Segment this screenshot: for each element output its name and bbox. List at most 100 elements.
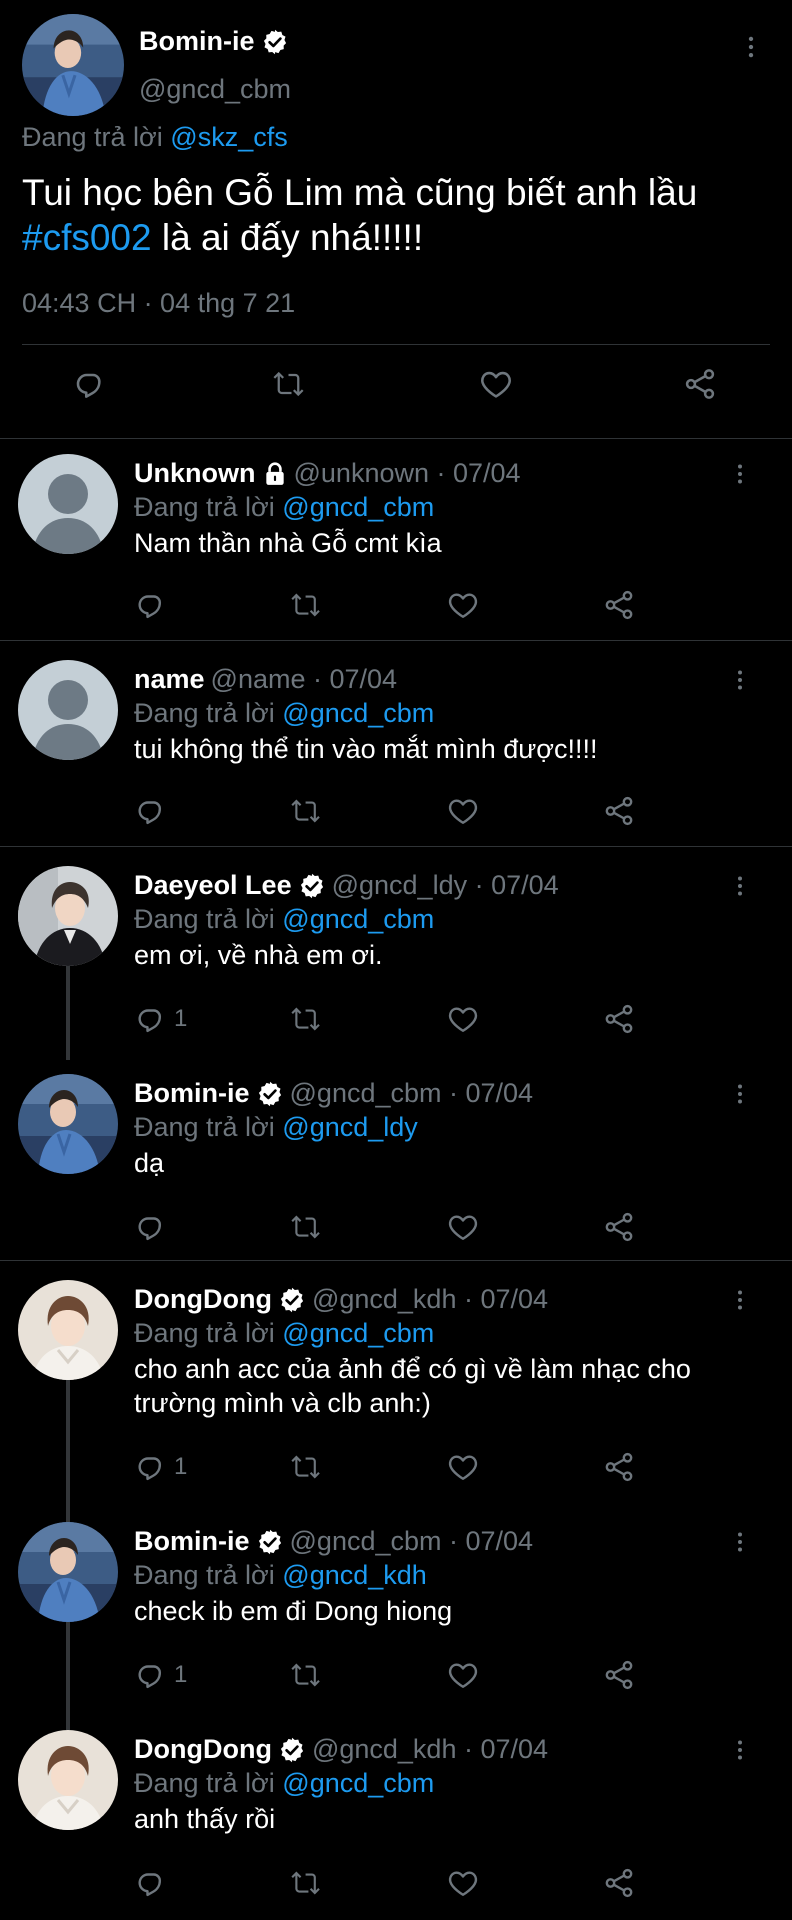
retweet-icon[interactable]: [290, 794, 324, 828]
reply-icon[interactable]: 1: [134, 1450, 187, 1484]
avatar[interactable]: [18, 1280, 118, 1380]
heart-icon[interactable]: [446, 1210, 480, 1244]
retweet-icon[interactable]: [272, 366, 308, 402]
reply-icon[interactable]: [134, 1210, 174, 1244]
heart-icon[interactable]: [446, 1866, 480, 1900]
avatar[interactable]: [18, 454, 118, 554]
reply-tweet[interactable]: Bomin-ie @gncd_cbm · 07/04 Đang trả lời …: [0, 1508, 792, 1716]
share-icon[interactable]: [602, 1210, 636, 1244]
reply-tweet[interactable]: Daeyeol Lee @gncd_ldy · 07/04 Đang trả l…: [0, 852, 792, 1060]
timestamp[interactable]: 04:43 CH · 04 thg 7 21: [22, 288, 295, 319]
tweet-actions: [0, 794, 792, 830]
replying-to-link[interactable]: @gncd_ldy: [282, 1112, 418, 1142]
author-name[interactable]: DongDong: [134, 1284, 272, 1315]
share-icon[interactable]: [602, 588, 636, 622]
replying-to: Đang trả lời @gncd_cbm: [134, 698, 434, 729]
avatar[interactable]: [18, 1730, 118, 1830]
heart-icon[interactable]: [446, 1002, 480, 1036]
replying-to-link[interactable]: @gncd_kdh: [282, 1560, 427, 1590]
more-icon[interactable]: [728, 1738, 752, 1762]
main-tweet: Bomin-ie @gncd_cbm Đang trả lời @skz_cfs…: [0, 0, 792, 438]
replying-prefix: Đang trả lời: [134, 492, 275, 522]
avatar[interactable]: [18, 1074, 118, 1174]
share-icon[interactable]: [602, 1002, 636, 1036]
share-icon[interactable]: [682, 366, 718, 402]
author-handle[interactable]: @name · 07/04: [211, 664, 398, 695]
replying-to-link[interactable]: @gncd_cbm: [282, 1768, 434, 1798]
retweet-icon[interactable]: [290, 1002, 324, 1036]
avatar[interactable]: [18, 1522, 118, 1622]
replying-to-link[interactable]: @gncd_cbm: [282, 492, 434, 522]
verified-icon: [278, 1286, 306, 1314]
author-name[interactable]: Daeyeol Lee: [134, 870, 292, 901]
replying-to-link[interactable]: @gncd_cbm: [282, 698, 434, 728]
replying-to-link[interactable]: @gncd_cbm: [282, 904, 434, 934]
replying-prefix: Đang trả lời: [134, 904, 275, 934]
heart-icon[interactable]: [478, 366, 514, 402]
reply-tweet[interactable]: Bomin-ie @gncd_cbm · 07/04 Đang trả lời …: [0, 1060, 792, 1260]
retweet-icon[interactable]: [290, 588, 324, 622]
author-name[interactable]: Bomin-ie: [139, 26, 255, 57]
divider: [22, 344, 770, 345]
author-name[interactable]: Bomin-ie: [134, 1526, 250, 1557]
tweet-text: em ơi, về nhà em ơi.: [134, 940, 383, 970]
verified-icon: [256, 1080, 284, 1108]
retweet-icon[interactable]: [290, 1866, 324, 1900]
reply-icon[interactable]: [134, 1866, 174, 1900]
share-icon[interactable]: [602, 794, 636, 828]
author-name[interactable]: name: [134, 664, 205, 695]
hashtag-link[interactable]: #cfs002: [22, 217, 152, 258]
author-name[interactable]: DongDong: [134, 1734, 272, 1765]
more-icon[interactable]: [728, 668, 752, 692]
tweet-text: tui không thể tin vào mắt mình được!!!!: [134, 734, 598, 764]
replying-to-link[interactable]: @gncd_cbm: [282, 1318, 434, 1348]
heart-icon[interactable]: [446, 794, 480, 828]
author-handle[interactable]: @gncd_cbm: [139, 74, 291, 105]
reply-tweet[interactable]: name @name · 07/04 Đang trả lời @gncd_cb…: [0, 646, 792, 846]
reply-icon[interactable]: [72, 366, 108, 402]
tweet-actions: 1: [0, 1450, 792, 1486]
reply-tweet[interactable]: DongDong @gncd_kdh · 07/04 Đang trả lời …: [0, 1716, 792, 1916]
share-icon[interactable]: [602, 1450, 636, 1484]
avatar[interactable]: [18, 866, 118, 966]
reply-tweet[interactable]: Unknown @unknown · 07/04 Đang trả lời @g…: [0, 440, 792, 640]
author-handle[interactable]: @gncd_cbm · 07/04: [290, 1078, 534, 1109]
retweet-icon[interactable]: [290, 1210, 324, 1244]
tweet-actions: [0, 1866, 792, 1902]
reply-count: 1: [174, 1005, 188, 1032]
tweet-text-part: là ai đấy nhá!!!!!: [161, 217, 424, 258]
avatar[interactable]: [18, 660, 118, 760]
retweet-icon[interactable]: [290, 1450, 324, 1484]
avatar[interactable]: [22, 14, 124, 116]
more-icon[interactable]: [728, 874, 752, 898]
retweet-icon[interactable]: [290, 1658, 324, 1692]
reply-icon[interactable]: 1: [134, 1002, 187, 1036]
heart-icon[interactable]: [446, 1450, 480, 1484]
author-name[interactable]: Unknown: [134, 458, 256, 489]
reply-header: Daeyeol Lee @gncd_ldy · 07/04: [134, 870, 559, 901]
share-icon[interactable]: [602, 1658, 636, 1692]
author-handle[interactable]: @unknown · 07/04: [294, 458, 521, 489]
author-handle[interactable]: @gncd_kdh · 07/04: [312, 1734, 548, 1765]
more-icon[interactable]: [728, 462, 752, 486]
heart-icon[interactable]: [446, 1658, 480, 1692]
author-name[interactable]: Bomin-ie: [134, 1078, 250, 1109]
more-icon[interactable]: [728, 1288, 752, 1312]
reply-icon[interactable]: [134, 588, 174, 622]
reply-header: name @name · 07/04: [134, 664, 397, 695]
replying-to-link[interactable]: @skz_cfs: [170, 122, 287, 152]
replying-to: Đang trả lời @gncd_cbm: [134, 1768, 434, 1799]
tweet-actions: [0, 1210, 792, 1246]
more-icon[interactable]: [728, 1082, 752, 1106]
reply-icon[interactable]: 1: [134, 1658, 187, 1692]
more-icon[interactable]: [738, 34, 764, 60]
replying-prefix: Đang trả lời: [134, 1560, 275, 1590]
reply-icon[interactable]: [134, 794, 174, 828]
author-handle[interactable]: @gncd_kdh · 07/04: [312, 1284, 548, 1315]
share-icon[interactable]: [602, 1866, 636, 1900]
author-handle[interactable]: @gncd_cbm · 07/04: [290, 1526, 534, 1557]
heart-icon[interactable]: [446, 588, 480, 622]
reply-tweet[interactable]: DongDong @gncd_kdh · 07/04 Đang trả lời …: [0, 1266, 792, 1508]
author-handle[interactable]: @gncd_ldy · 07/04: [332, 870, 559, 901]
more-icon[interactable]: [728, 1530, 752, 1554]
